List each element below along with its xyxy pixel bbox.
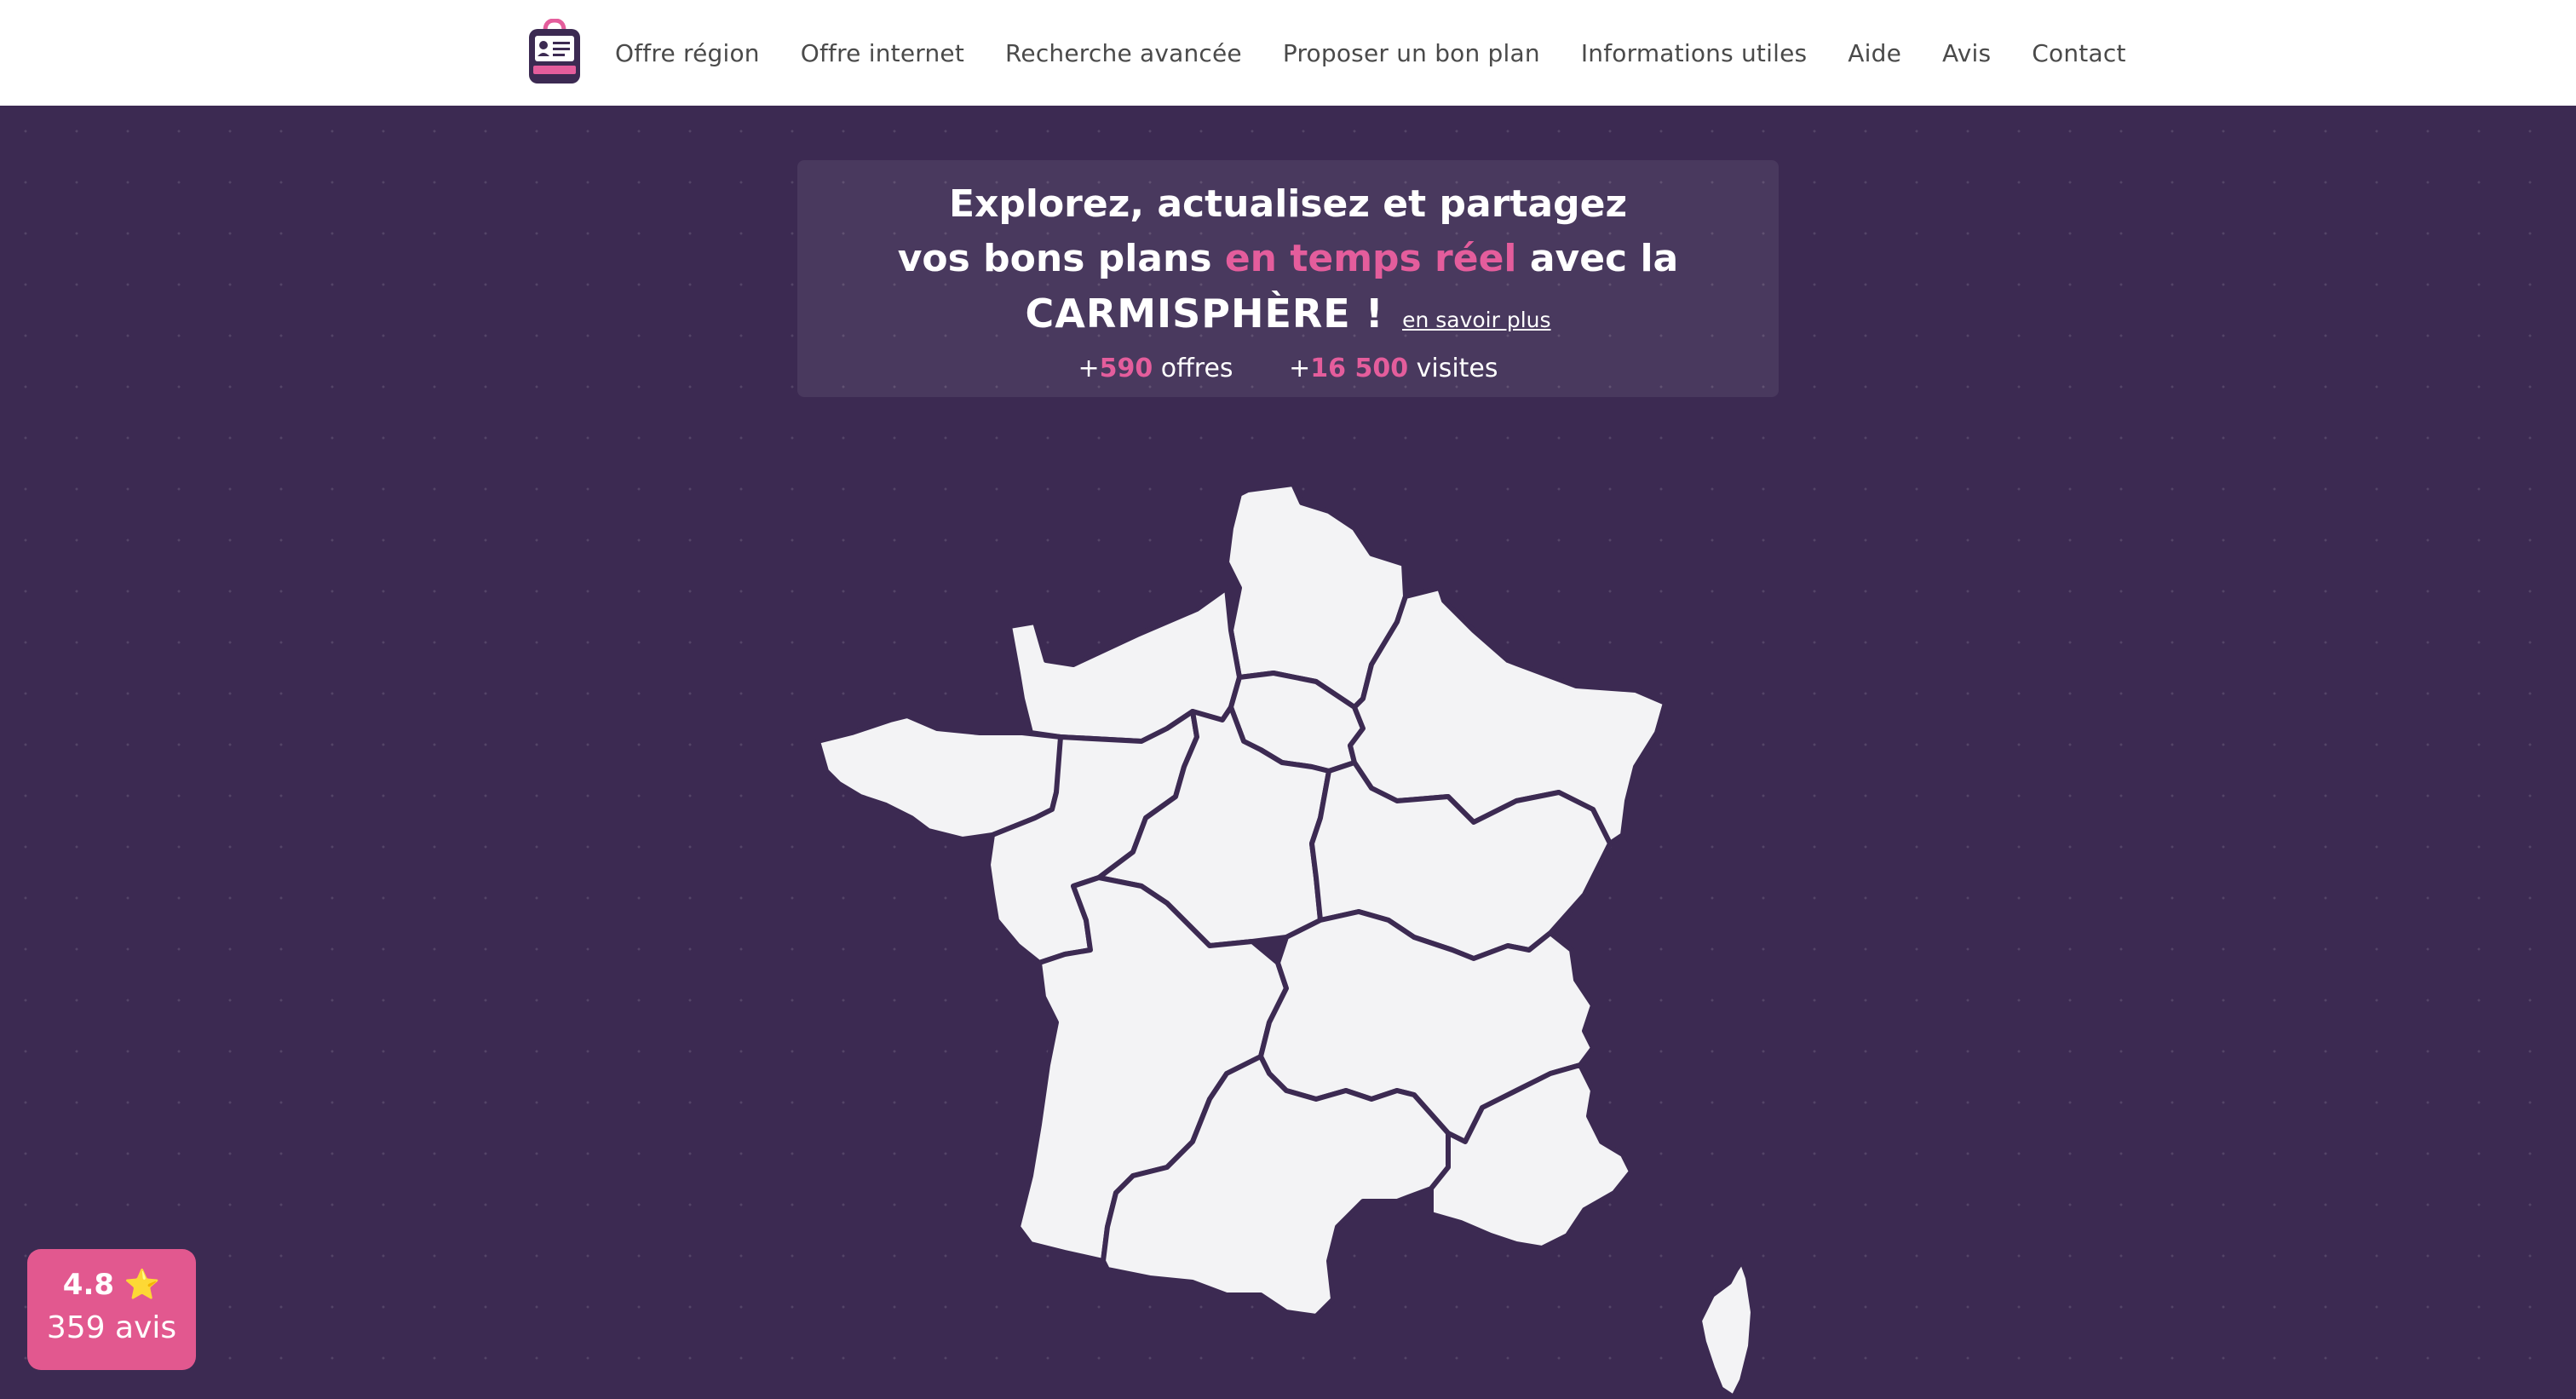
rating-badge[interactable]: 4.8 ⭐ 359 avis bbox=[27, 1249, 196, 1370]
rating-score-value: 4.8 bbox=[62, 1268, 115, 1302]
rating-count: 359 avis bbox=[46, 1310, 177, 1345]
star-icon: ⭐ bbox=[124, 1268, 161, 1302]
rating-score: 4.8 ⭐ bbox=[27, 1268, 196, 1302]
region-corse[interactable]: Corse bbox=[1697, 1258, 1756, 1399]
france-regions-map: Hauts-de-France Normandie Île-de-France … bbox=[815, 481, 1756, 1399]
